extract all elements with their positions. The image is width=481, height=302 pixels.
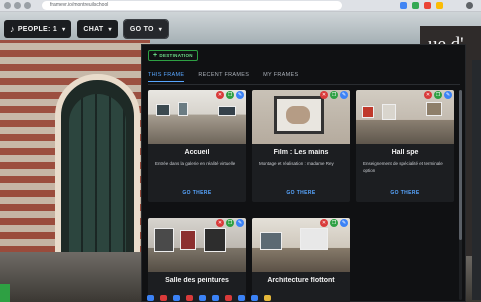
destination-card[interactable]: ✕ ❐ ✎ Accueil Entrée dans la galerie en … (148, 90, 246, 202)
destination-title: Architecture flottont (267, 277, 335, 284)
destination-description: Montage et réalisation : madame Rey (259, 161, 334, 166)
status-badge (0, 284, 10, 302)
destination-title: Film : Les mains (273, 149, 329, 156)
side-panel-edge (472, 60, 481, 300)
extension-icon[interactable] (412, 2, 419, 9)
trash-icon[interactable]: ✕ (216, 91, 224, 99)
destination-label: DESTINATION (159, 53, 193, 58)
music-note-icon: ♪ (10, 23, 15, 34)
tool-icon[interactable] (251, 295, 258, 301)
pencil-icon[interactable]: ✎ (236, 91, 244, 99)
destination-thumbnail: ✕ ❐ ✎ (252, 218, 350, 272)
destination-grid: ✕ ❐ ✎ Accueil Entrée dans la galerie en … (148, 90, 460, 302)
bottom-tray (141, 294, 371, 302)
tool-icon[interactable] (160, 295, 167, 301)
chevron-down-icon: ▾ (158, 26, 163, 33)
destination-description: Entrée dans la galerie en réalité virtue… (155, 161, 236, 166)
goto-button[interactable]: GO TO ▾ (122, 19, 170, 39)
forward-icon[interactable] (14, 2, 21, 9)
destination-title: Accueil (184, 149, 210, 156)
chat-label: CHAT (83, 25, 104, 33)
card-actions: ✕ ❐ ✎ (320, 91, 348, 99)
tab-divider (148, 84, 460, 85)
add-destination-button[interactable]: + DESTINATION (148, 50, 198, 61)
extension-icon[interactable] (436, 2, 443, 9)
destination-title: Hall spe (391, 149, 419, 156)
go-there-button[interactable]: GO THERE (252, 190, 350, 202)
back-icon[interactable] (4, 2, 11, 9)
plus-icon: + (153, 52, 158, 59)
goto-panel: + DESTINATION THIS FRAME RECENT FRAMES M… (141, 44, 466, 302)
frame-tabs: THIS FRAME RECENT FRAMES MY FRAMES (148, 72, 298, 82)
destination-thumbnail: ✕ ❐ ✎ (356, 90, 454, 144)
app-root: framevr.io/montreuilschool ue d' ♪ PEOPL… (0, 0, 481, 302)
tab-my-frames[interactable]: MY FRAMES (263, 72, 298, 82)
tool-icon[interactable] (199, 295, 206, 301)
destination-title: Salle des peintures (165, 277, 229, 284)
profile-icon[interactable] (466, 2, 473, 9)
top-toolbar: ♪ PEOPLE: 1 ▾ CHAT ▾ GO TO ▾ (4, 19, 170, 40)
trash-icon[interactable]: ✕ (424, 91, 432, 99)
tool-icon[interactable] (264, 295, 271, 301)
people-button[interactable]: ♪ PEOPLE: 1 ▾ (4, 20, 72, 38)
pencil-icon[interactable]: ✎ (340, 219, 348, 227)
destination-thumbnail: ✕ ❐ ✎ (148, 90, 246, 144)
tool-icon[interactable] (147, 295, 154, 301)
copy-icon[interactable]: ❐ (226, 91, 234, 99)
tool-icon[interactable] (212, 295, 219, 301)
tool-icon[interactable] (186, 295, 193, 301)
destination-thumbnail: ✕ ❐ ✎ (252, 90, 350, 144)
pencil-icon[interactable]: ✎ (340, 91, 348, 99)
pencil-icon[interactable]: ✎ (236, 219, 244, 227)
copy-icon[interactable]: ❐ (330, 91, 338, 99)
destination-card[interactable]: ✕ ❐ ✎ Hall spe Enseignement de spécialit… (356, 90, 454, 202)
copy-icon[interactable]: ❐ (434, 91, 442, 99)
address-bar[interactable]: framevr.io/montreuilschool (42, 1, 342, 10)
door-glass (69, 94, 126, 258)
panel-scrollbar[interactable] (459, 90, 462, 300)
scrollbar-thumb[interactable] (459, 90, 462, 240)
chevron-down-icon: ▾ (108, 26, 112, 33)
tab-this-frame[interactable]: THIS FRAME (148, 72, 185, 82)
copy-icon[interactable]: ❐ (226, 219, 234, 227)
destination-card[interactable]: ✕ ❐ ✎ Architecture flottont (252, 218, 350, 302)
card-actions: ✕ ❐ ✎ (320, 219, 348, 227)
extension-icon[interactable] (400, 2, 407, 9)
destination-description: Enseignement de spécialité et terminale … (363, 161, 443, 173)
go-there-button[interactable]: GO THERE (356, 190, 454, 202)
destination-card[interactable]: ✕ ❐ ✎ Salle des peintures (148, 218, 246, 302)
trash-icon[interactable]: ✕ (216, 219, 224, 227)
card-actions: ✕ ❐ ✎ (216, 91, 244, 99)
card-actions: ✕ ❐ ✎ (216, 219, 244, 227)
destination-card[interactable]: ✕ ❐ ✎ Film : Les mains Montage et réalis… (252, 90, 350, 202)
tool-icon[interactable] (238, 295, 245, 301)
go-there-button[interactable]: GO THERE (148, 190, 246, 202)
pencil-icon[interactable]: ✎ (444, 91, 452, 99)
trash-icon[interactable]: ✕ (320, 219, 328, 227)
trash-icon[interactable]: ✕ (320, 91, 328, 99)
card-actions: ✕ ❐ ✎ (424, 91, 452, 99)
browser-chrome: framevr.io/montreuilschool (0, 0, 481, 12)
destination-thumbnail: ✕ ❐ ✎ (148, 218, 246, 272)
people-label: PEOPLE: 1 (17, 25, 58, 33)
tool-icon[interactable] (173, 295, 180, 301)
arched-doorway (55, 74, 140, 264)
goto-label: GO TO (129, 25, 154, 33)
chat-button[interactable]: CHAT ▾ (77, 20, 118, 38)
copy-icon[interactable]: ❐ (330, 219, 338, 227)
extension-icon[interactable] (424, 2, 431, 9)
tool-icon[interactable] (225, 295, 232, 301)
tab-recent-frames[interactable]: RECENT FRAMES (198, 72, 249, 82)
chevron-down-icon: ▾ (62, 26, 66, 33)
reload-icon[interactable] (24, 2, 31, 9)
